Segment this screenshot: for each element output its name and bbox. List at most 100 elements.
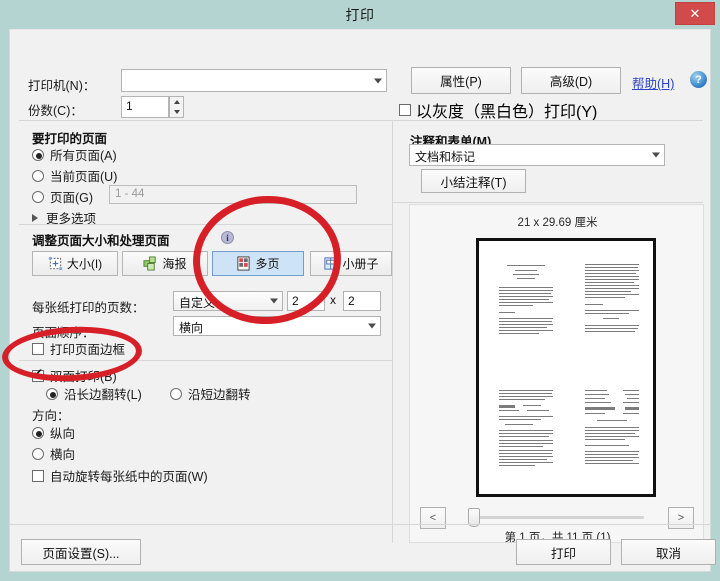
auto-rotate-label: 自动旋转每张纸中的页面(W) xyxy=(50,470,208,484)
poster-button-label: 海报 xyxy=(162,257,187,271)
multipage-button-label: 多页 xyxy=(255,257,280,271)
orientation-label: 方向： xyxy=(32,409,70,423)
page-order-select[interactable]: 横向 xyxy=(173,316,381,336)
radio-page-range[interactable]: 页面(G) xyxy=(32,187,93,206)
divider-sizing xyxy=(19,224,392,225)
page-preview xyxy=(476,238,656,497)
advanced-button[interactable]: 高级(D) xyxy=(521,67,621,94)
paper-size-label: 21 x 29.69 厘米 xyxy=(517,217,598,229)
preview-prev-button[interactable]: < xyxy=(420,507,446,529)
print-border-checkbox[interactable] xyxy=(32,342,44,355)
preview-next-button[interactable]: > xyxy=(668,507,694,529)
multipage-button[interactable]: 多页 xyxy=(212,251,304,276)
comments-forms-select[interactable]: 文档和标记 xyxy=(409,144,665,166)
print-border-checkbox-row[interactable]: 打印页面边框 xyxy=(32,339,125,358)
booklet-button[interactable]: 小册子 xyxy=(310,251,392,276)
columns-input[interactable]: 2 xyxy=(287,291,325,311)
page-range-input[interactable]: 1 - 44 xyxy=(109,185,357,204)
poster-icon xyxy=(143,256,157,271)
auto-rotate-checkbox[interactable] xyxy=(32,469,44,482)
radio-flip-long-edge[interactable]: 沿长边翻转(L) xyxy=(46,384,142,403)
radio-current-page[interactable]: 当前页面(U) xyxy=(32,166,117,185)
grayscale-label: 以灰度（黑白色）打印(Y) xyxy=(416,104,598,121)
divider-duplex xyxy=(19,360,392,361)
radio-flip-short-edge[interactable]: 沿短边翻转 xyxy=(170,384,251,403)
radio-current-page-label: 当前页面(U) xyxy=(50,170,118,184)
radio-all-pages[interactable]: 所有页面(A) xyxy=(32,145,117,164)
radio-page-range-indicator[interactable] xyxy=(32,190,44,203)
page-order-value: 横向 xyxy=(179,321,204,335)
divider-preview xyxy=(393,202,703,203)
radio-flip-short-edge-indicator[interactable] xyxy=(170,387,182,400)
radio-flip-long-edge-indicator[interactable] xyxy=(46,387,58,400)
rows-input[interactable]: 2 xyxy=(343,291,381,311)
print-dialog-window: 打印 ✕ 打印机(N)： 属性(P) 高级(D) 帮助(H) ? 份数(C)： … xyxy=(0,0,720,581)
size-button[interactable]: 大小(I) xyxy=(32,251,118,276)
print-border-label: 打印页面边框 xyxy=(50,343,126,357)
radio-all-pages-label: 所有页面(A) xyxy=(50,149,117,163)
booklet-button-label: 小册子 xyxy=(342,257,379,271)
divider-top xyxy=(19,120,703,121)
cancel-button[interactable]: 取消 xyxy=(621,539,716,565)
radio-current-page-indicator[interactable] xyxy=(32,169,44,182)
pages-per-sheet-label: 每张纸打印的页数： xyxy=(32,301,145,315)
preview-thumbnail xyxy=(497,263,555,335)
chevron-down-icon xyxy=(652,152,660,158)
comments-forms-value: 文档和标记 xyxy=(415,150,476,164)
stepper-down[interactable] xyxy=(170,107,183,117)
grid-separator: x xyxy=(330,293,336,307)
divider-vertical xyxy=(392,120,393,543)
close-button[interactable]: ✕ xyxy=(675,2,715,25)
size-icon xyxy=(48,256,62,271)
auto-rotate-checkbox-row[interactable]: 自动旋转每张纸中的页面(W) xyxy=(32,466,208,485)
preview-thumbnail xyxy=(583,263,641,335)
radio-all-pages-indicator[interactable] xyxy=(32,148,44,161)
radio-landscape-indicator[interactable] xyxy=(32,447,44,460)
radio-flip-short-edge-label: 沿短边翻转 xyxy=(188,388,251,402)
page-sizing-title: 调整页面大小和处理页面 xyxy=(32,234,170,248)
radio-portrait-indicator[interactable] xyxy=(32,426,44,439)
booklet-icon xyxy=(324,257,338,270)
grayscale-checkbox-row[interactable]: 以灰度（黑白色）打印(Y) xyxy=(399,98,597,122)
size-button-label: 大小(I) xyxy=(66,257,103,271)
pages-per-sheet-value: 自定义... xyxy=(179,296,226,310)
help-icon[interactable]: ? xyxy=(690,71,707,88)
multipage-icon xyxy=(237,256,251,271)
radio-landscape-label: 横向 xyxy=(50,448,76,462)
preview-thumbnail xyxy=(583,389,641,467)
page-setup-button[interactable]: 页面设置(S)... xyxy=(21,539,141,565)
copies-stepper[interactable] xyxy=(169,96,184,118)
pages-per-sheet-select[interactable]: 自定义... xyxy=(173,291,283,311)
preview-slider-track[interactable] xyxy=(472,516,644,519)
radio-landscape[interactable]: 横向 xyxy=(32,444,75,463)
title-bar: 打印 ✕ xyxy=(0,0,720,29)
radio-page-range-label: 页面(G) xyxy=(50,191,94,205)
chevron-down-icon xyxy=(368,323,376,329)
chevron-down-icon xyxy=(374,78,382,83)
radio-portrait[interactable]: 纵向 xyxy=(32,423,75,442)
preview-thumbnail xyxy=(497,389,555,467)
divider-bottom xyxy=(10,524,712,525)
duplex-checkbox-row[interactable]: 双面打印(B) xyxy=(32,366,117,385)
print-preview-panel: 21 x 29.69 厘米 < > 第 1 页，共 11 页 (1) xyxy=(409,204,704,544)
copies-input[interactable]: 1 xyxy=(121,96,169,118)
window-title: 打印 xyxy=(345,7,375,23)
help-link[interactable]: 帮助(H) xyxy=(632,73,674,92)
copies-label: 份数(C)： xyxy=(28,104,83,118)
grayscale-checkbox[interactable] xyxy=(399,104,411,116)
properties-button[interactable]: 属性(P) xyxy=(411,67,511,94)
stepper-up[interactable] xyxy=(170,97,183,107)
info-icon[interactable]: i xyxy=(221,231,234,244)
duplex-checkbox[interactable] xyxy=(32,367,44,382)
radio-flip-long-edge-label: 沿长边翻转(L) xyxy=(64,388,142,402)
chevron-right-icon xyxy=(32,213,38,222)
summarize-comments-button[interactable]: 小结注释(T) xyxy=(421,169,526,193)
dialog-body: 打印机(N)： 属性(P) 高级(D) 帮助(H) ? 份数(C)： 1 以灰度… xyxy=(9,29,712,572)
printer-select[interactable] xyxy=(121,69,387,92)
poster-button[interactable]: 海报 xyxy=(122,251,208,276)
printer-label: 打印机(N)： xyxy=(28,79,96,93)
radio-portrait-label: 纵向 xyxy=(50,427,76,441)
duplex-label: 双面打印(B) xyxy=(50,370,117,384)
print-button[interactable]: 打印 xyxy=(516,539,611,565)
chevron-down-icon xyxy=(270,298,278,304)
